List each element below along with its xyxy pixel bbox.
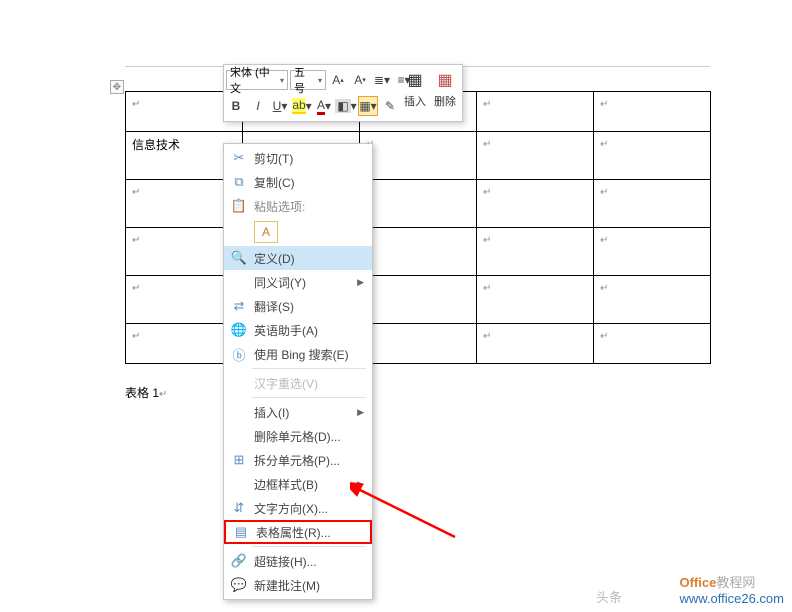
globe-icon: 🌐 [228, 320, 250, 340]
ctx-border-style[interactable]: 边框样式(B) [224, 472, 372, 496]
keep-text-only-icon: A [254, 221, 278, 243]
grow-font-icon[interactable]: A▴ [328, 70, 348, 90]
bing-icon: ⓑ [228, 344, 250, 364]
cell[interactable]: ↵ [360, 276, 477, 324]
ctx-copy[interactable]: ⧉复制(C) [224, 170, 372, 194]
chevron-down-icon: ▾ [280, 76, 284, 85]
table-insert-button[interactable]: ▦ 插入 [400, 67, 430, 115]
text-direction-icon: ⇵ [228, 498, 250, 518]
ctx-table-properties[interactable]: ▤表格属性(R)... [224, 520, 372, 544]
table-grid-icon: ▦ [407, 69, 422, 91]
bold-button[interactable]: B [226, 96, 246, 116]
bullets-icon[interactable]: ≣▾ [372, 70, 392, 90]
split-cells-icon: ⊞ [228, 450, 250, 470]
cell[interactable]: ↵ [360, 228, 477, 276]
ctx-new-comment[interactable]: 💬新建批注(M) [224, 573, 372, 597]
cell[interactable]: ↵ [477, 276, 594, 324]
ctx-insert[interactable]: 插入(I) [224, 400, 372, 424]
comment-icon: 💬 [228, 575, 250, 595]
copy-icon: ⧉ [228, 172, 250, 192]
table-move-handle[interactable]: ✥ [110, 80, 124, 94]
ctx-define[interactable]: 🔍定义(D) [224, 246, 372, 270]
ctx-delete-cells[interactable]: 删除单元格(D)... [224, 424, 372, 448]
ctx-hyperlink[interactable]: 🔗超链接(H)... [224, 549, 372, 573]
borders-icon[interactable]: ▦▾ [358, 96, 378, 116]
chevron-down-icon: ▾ [318, 76, 322, 85]
clipboard-icon: 📋 [228, 196, 250, 216]
separator [252, 397, 366, 398]
ctx-synonym[interactable]: 同义词(Y) [224, 270, 372, 294]
cell[interactable]: ↵ [594, 180, 711, 228]
cell[interactable]: ↵ [594, 228, 711, 276]
underline-button[interactable]: U▾ [270, 96, 290, 116]
font-name-combo[interactable]: 宋体 (中文▾ [226, 70, 288, 90]
cell[interactable]: ↵ [594, 92, 711, 132]
para-mark: ↵ [132, 99, 140, 110]
table-properties-icon: ▤ [230, 522, 252, 542]
cell[interactable]: ↵ [477, 324, 594, 364]
separator [252, 368, 366, 369]
ctx-bing-search[interactable]: ⓑ使用 Bing 搜索(E) [224, 342, 372, 366]
cell[interactable]: ↵ [477, 132, 594, 180]
ctx-split-cells[interactable]: ⊞拆分单元格(P)... [224, 448, 372, 472]
separator [252, 546, 366, 547]
cell[interactable]: ↵ [477, 228, 594, 276]
ctx-cut[interactable]: ✂剪切(T) [224, 146, 372, 170]
ctx-hanzi-reselect: 汉字重选(V) [224, 371, 372, 395]
font-color-icon[interactable]: A▾ [314, 96, 334, 116]
cell[interactable]: ↵ [360, 132, 477, 180]
table-delete-icon: ▦ [437, 69, 452, 91]
format-painter-icon[interactable]: ✎ [380, 96, 400, 116]
shading-icon[interactable]: ◧▾ [336, 96, 356, 116]
cell[interactable]: ↵ [360, 324, 477, 364]
cell[interactable]: ↵ [594, 276, 711, 324]
font-size-combo[interactable]: 五号▾ [290, 70, 326, 90]
shrink-font-icon[interactable]: A▾ [350, 70, 370, 90]
mini-toolbar: 宋体 (中文▾ 五号▾ A▴ A▾ ≣▾ ≡▾ B I U▾ ab▾ A▾ ◧▾… [223, 64, 463, 122]
ctx-english-helper[interactable]: 🌐英语助手(A) [224, 318, 372, 342]
ctx-paste-header: 📋粘贴选项: [224, 194, 372, 218]
ctx-text-direction[interactable]: ⇵文字方向(X)... [224, 496, 372, 520]
cell[interactable]: ↵ [594, 324, 711, 364]
cell[interactable]: ↵ [477, 92, 594, 132]
cell[interactable]: ↵ [594, 132, 711, 180]
translate-icon: ⇄ [228, 296, 250, 316]
watermark-toutiao: 头条 [596, 587, 622, 606]
ctx-paste-keep-text[interactable]: A [224, 218, 372, 246]
table-delete-button[interactable]: ▦ 删除 [430, 67, 460, 115]
watermark: Office教程网 www.office26.com [679, 572, 784, 606]
table-caption: 表格 1↵ [125, 384, 167, 401]
ctx-translate[interactable]: ⇄翻译(S) [224, 294, 372, 318]
highlight-icon[interactable]: ab▾ [292, 96, 312, 116]
cell-text: 信息技术 [132, 138, 180, 152]
italic-button[interactable]: I [248, 96, 268, 116]
scissors-icon: ✂ [228, 148, 250, 168]
search-icon: 🔍 [228, 248, 250, 268]
cell[interactable]: ↵ [360, 180, 477, 228]
context-menu: ✂剪切(T) ⧉复制(C) 📋粘贴选项: A 🔍定义(D) 同义词(Y) ⇄翻译… [223, 143, 373, 600]
word-table[interactable]: ↵ ↵ ↵ ↵ 信息技术 ↵ ↵ ↵ ↵ ↵ ↵ ↵ ↵ ↵ ↵ ↵ ↵ [125, 91, 711, 364]
link-icon: 🔗 [228, 551, 250, 571]
cell[interactable]: ↵ [477, 180, 594, 228]
